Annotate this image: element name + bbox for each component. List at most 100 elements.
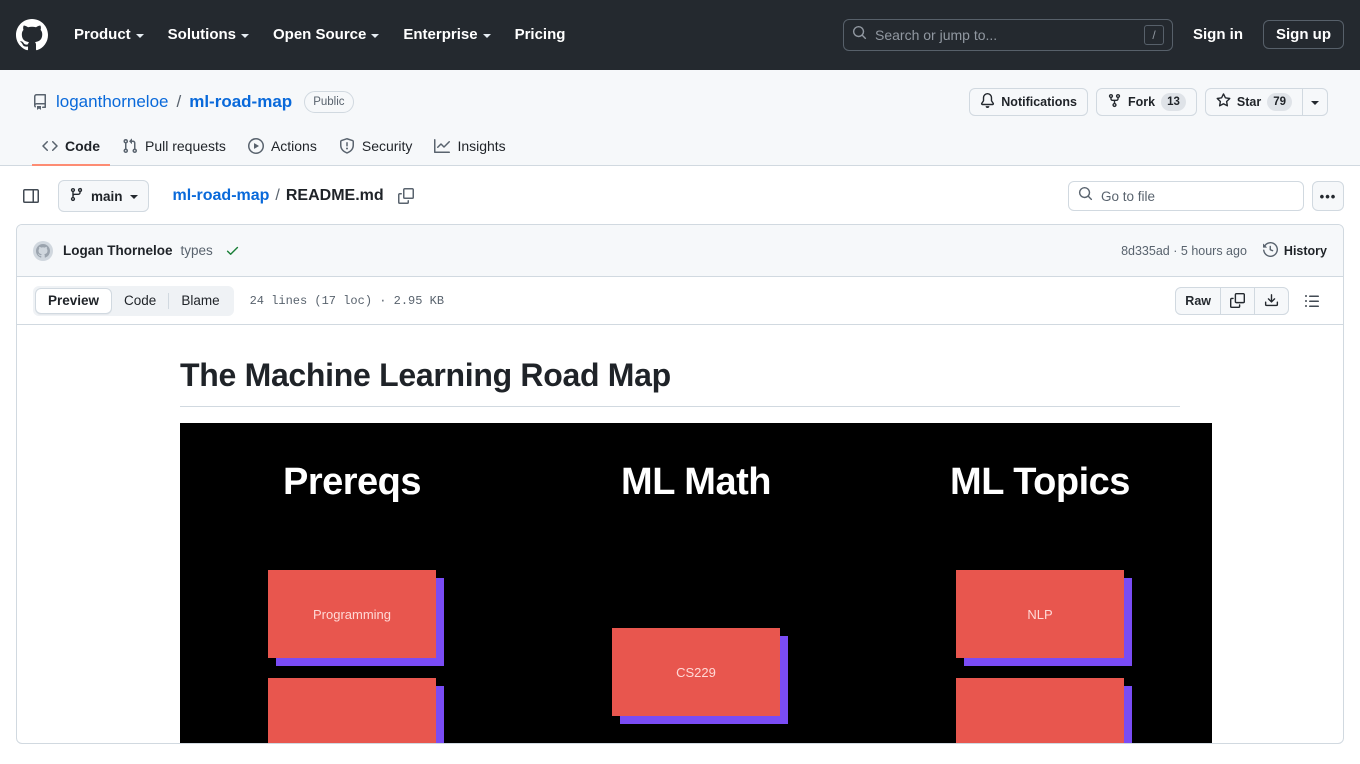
nav-item-pricing[interactable]: Pricing xyxy=(505,18,576,51)
tab-pull-requests[interactable]: Pull requests xyxy=(112,130,236,166)
star-label: Star xyxy=(1236,95,1262,109)
breadcrumb: ml-road-map / README.md xyxy=(173,187,414,205)
sign-up-button[interactable]: Sign up xyxy=(1263,20,1344,49)
tab-actions[interactable]: Actions xyxy=(238,130,327,166)
nav-label: Solutions xyxy=(167,26,236,43)
latest-commit-row: Logan Thorneloe types 8d335ad · 5 hours … xyxy=(17,225,1343,277)
repository-visibility-badge: Public xyxy=(304,91,354,113)
chevron-down-icon xyxy=(135,33,144,38)
repository-tabs: Code Pull requests Actions Security Insi… xyxy=(32,130,1328,166)
notifications-button[interactable]: Notifications xyxy=(969,88,1088,116)
global-nav: Product Solutions Open Source Enterprise… xyxy=(64,18,575,51)
nav-item-product[interactable]: Product xyxy=(64,18,154,51)
fork-label: Fork xyxy=(1127,95,1156,109)
readme-preview: The Machine Learning Road Map Prereqs Pr… xyxy=(17,325,1343,743)
breadcrumb-separator: / xyxy=(275,187,280,204)
nav-label: Enterprise xyxy=(403,26,478,43)
copy-icon[interactable] xyxy=(397,188,414,204)
repository-name-link[interactable]: ml-road-map xyxy=(189,92,292,112)
repository-title: loganthorneloe / ml-road-map Public xyxy=(32,91,354,113)
roadmap-diagram-image: Prereqs Programming ML Math CS229 ML Top… xyxy=(180,423,1212,743)
file-nav-right-group: Go to file ••• xyxy=(1068,181,1344,211)
go-to-file-placeholder: Go to file xyxy=(1101,188,1156,204)
roadmap-card-nlp[interactable]: NLP xyxy=(956,570,1124,658)
header-right-group: Search or jump to... / Sign in Sign up xyxy=(843,18,1344,51)
github-mark-icon[interactable] xyxy=(16,18,50,52)
star-icon xyxy=(1216,93,1231,111)
git-pull-request-icon xyxy=(122,138,138,154)
nav-item-enterprise[interactable]: Enterprise xyxy=(393,18,500,51)
view-code[interactable]: Code xyxy=(112,288,168,314)
shield-icon xyxy=(339,138,355,154)
repo-icon xyxy=(32,94,48,110)
chevron-down-icon xyxy=(129,195,138,199)
go-to-file-input[interactable]: Go to file xyxy=(1068,181,1304,211)
roadmap-card-wrapper: NLP xyxy=(956,570,1132,666)
tab-label: Insights xyxy=(457,138,506,154)
notifications-label: Notifications xyxy=(1001,95,1077,109)
global-header: Product Solutions Open Source Enterprise… xyxy=(0,0,1360,70)
view-blame[interactable]: Blame xyxy=(169,288,231,314)
copy-raw-icon[interactable] xyxy=(1220,287,1254,314)
download-icon[interactable] xyxy=(1254,287,1288,314)
tab-code[interactable]: Code xyxy=(32,130,110,166)
breadcrumb-repo-link[interactable]: ml-road-map xyxy=(173,187,270,205)
roadmap-column-title: ML Topics xyxy=(950,461,1130,503)
nav-item-solutions[interactable]: Solutions xyxy=(158,18,259,51)
tab-label: Actions xyxy=(270,138,317,154)
nav-item-open-source[interactable]: Open Source xyxy=(263,18,389,51)
fork-count: 13 xyxy=(1161,93,1186,111)
chevron-down-icon xyxy=(241,33,249,38)
roadmap-columns: Prereqs Programming ML Math CS229 ML Top… xyxy=(180,423,1212,743)
roadmap-column-title: Prereqs xyxy=(282,461,422,503)
tab-insights[interactable]: Insights xyxy=(424,130,515,166)
commit-sha[interactable]: 8d335ad xyxy=(1121,244,1170,258)
file-view-switcher: Preview Code Blame xyxy=(33,285,234,316)
repository-owner-link[interactable]: loganthorneloe xyxy=(56,92,168,112)
star-button-group: Star 79 xyxy=(1204,88,1328,116)
readme-content: The Machine Learning Road Map Prereqs Pr… xyxy=(164,357,1212,743)
star-button[interactable]: Star 79 xyxy=(1204,88,1303,116)
star-count: 79 xyxy=(1267,93,1292,111)
commit-message[interactable]: types xyxy=(181,243,213,258)
commit-meta-group: 8d335ad · 5 hours ago History xyxy=(1121,241,1327,260)
play-icon xyxy=(247,138,264,154)
branch-icon xyxy=(69,187,84,205)
repository-header: loganthorneloe / ml-road-map Public Noti… xyxy=(0,70,1360,166)
sign-in-button[interactable]: Sign in xyxy=(1185,20,1251,49)
fork-icon xyxy=(1107,93,1122,111)
more-options-button[interactable]: ••• xyxy=(1312,181,1344,211)
sidebar-expand-icon[interactable] xyxy=(16,181,46,211)
nav-label: Open Source xyxy=(273,26,367,43)
code-icon xyxy=(42,138,58,154)
roadmap-card-wrapper xyxy=(268,678,444,743)
roadmap-card-programming[interactable]: Programming xyxy=(268,570,436,658)
commit-time: 5 hours ago xyxy=(1180,243,1247,258)
check-icon[interactable] xyxy=(225,243,240,258)
branch-selector-button[interactable]: main xyxy=(58,180,149,212)
roadmap-card-ml-topics-2[interactable] xyxy=(956,678,1124,743)
chevron-down-icon xyxy=(371,33,380,38)
roadmap-card-cs229[interactable]: CS229 xyxy=(612,628,780,716)
fork-button[interactable]: Fork 13 xyxy=(1095,88,1197,116)
nav-label: Pricing xyxy=(514,26,566,43)
tab-security[interactable]: Security xyxy=(329,130,423,166)
roadmap-card-prereqs-2[interactable] xyxy=(268,678,436,743)
search-input[interactable]: Search or jump to... / xyxy=(843,18,1173,51)
outline-list-icon[interactable] xyxy=(1297,287,1327,315)
chevron-down-icon xyxy=(1311,101,1319,105)
view-preview[interactable]: Preview xyxy=(35,287,113,314)
file-view-toolbar: Preview Code Blame 24 lines (17 loc) · 2… xyxy=(17,277,1343,325)
star-dropdown-button[interactable] xyxy=(1303,88,1328,116)
raw-copy-download-group: Raw xyxy=(1175,286,1289,315)
tab-label: Code xyxy=(65,138,100,154)
raw-button[interactable]: Raw xyxy=(1176,288,1220,314)
breadcrumb-file-name: README.md xyxy=(285,187,384,204)
search-placeholder: Search or jump to... xyxy=(875,26,998,43)
history-button[interactable]: History xyxy=(1262,241,1327,260)
avatar[interactable] xyxy=(33,240,53,261)
history-label: History xyxy=(1283,243,1327,258)
commit-author[interactable]: Logan Thorneloe xyxy=(63,243,173,258)
roadmap-column-ml-math: ML Math CS229 xyxy=(524,461,868,743)
roadmap-card-wrapper xyxy=(956,678,1132,743)
